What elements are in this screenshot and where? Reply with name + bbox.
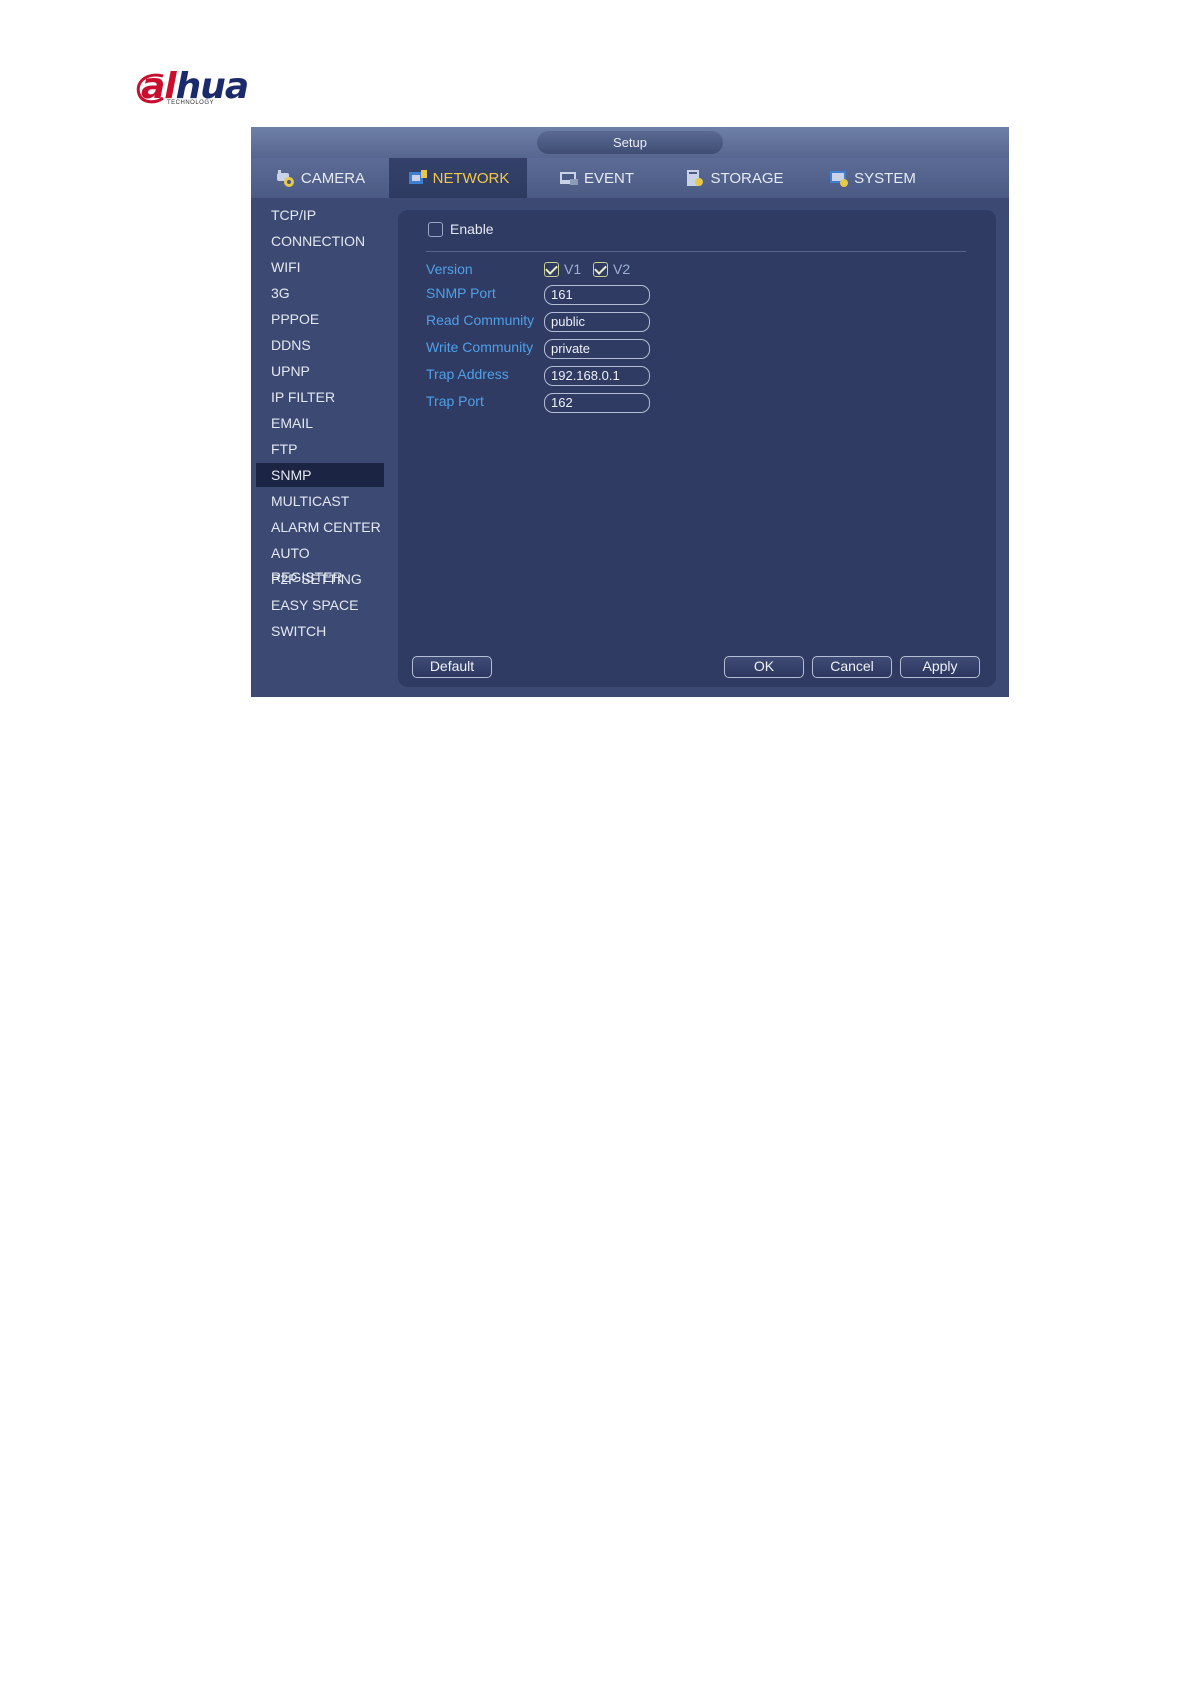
snmp-port-input[interactable]: 161 [544, 285, 650, 305]
trap-port-input[interactable]: 162 [544, 393, 650, 413]
apply-button[interactable]: Apply [900, 656, 980, 678]
sidebar-item-wifi[interactable]: WIFI [256, 255, 384, 279]
dahua-logo: alhua TECHNOLOGY [133, 66, 273, 110]
trap-port-label: Trap Port [426, 393, 484, 409]
enable-checkbox[interactable] [428, 222, 443, 237]
sidebar-item-connection[interactable]: CONNECTION [256, 229, 384, 253]
write-community-label: Write Community [426, 339, 534, 355]
snmp-settings-panel: Enable Version V1 V2 SNMP Port 161 Read … [398, 210, 996, 687]
camera-icon [276, 170, 294, 187]
v2-label: V2 [613, 261, 631, 277]
tab-event-label: EVENT [583, 169, 634, 187]
panel-divider [426, 251, 966, 252]
window-title: Setup [537, 131, 723, 154]
tab-system-label: SYSTEM [854, 169, 916, 187]
sidebar-item-p2p-setting[interactable]: P2P SETTING [256, 567, 384, 591]
cancel-button[interactable]: Cancel [812, 656, 892, 678]
write-community-input[interactable]: private [544, 339, 650, 359]
version-label: Version [426, 261, 473, 277]
sidebar-item-3g[interactable]: 3G [256, 281, 384, 305]
tab-network-label: NETWORK [432, 169, 510, 187]
read-community-input[interactable]: public [544, 312, 650, 332]
sidebar-item-upnp[interactable]: UPNP [256, 359, 384, 383]
read-community-label: Read Community [426, 312, 535, 328]
sidebar-item-ddns[interactable]: DDNS [256, 333, 384, 357]
tab-event[interactable]: EVENT [527, 158, 665, 198]
sidebar-item-easy-space[interactable]: EASY SPACE [256, 593, 384, 617]
sidebar-item-ftp[interactable]: FTP [256, 437, 384, 461]
sidebar-item-ip-filter[interactable]: IP FILTER [256, 385, 384, 409]
v1-label: V1 [564, 261, 582, 277]
sidebar-item-email[interactable]: EMAIL [256, 411, 384, 435]
tab-camera-label: CAMERA [300, 169, 366, 187]
sidebar-item-tcpip[interactable]: TCP/IP [256, 203, 384, 227]
sidebar-item-multicast[interactable]: MULTICAST [256, 489, 384, 513]
tab-system[interactable]: SYSTEM [803, 158, 941, 198]
tab-storage-label: STORAGE [710, 169, 784, 187]
main-tab-bar: CAMERA NETWORK EVENT STORAGE SYSTEM [251, 158, 1009, 198]
sidebar-item-switch[interactable]: SWITCH [256, 619, 384, 643]
storage-icon [687, 170, 704, 186]
sidebar-item-snmp[interactable]: SNMP [256, 463, 384, 487]
sidebar-item-auto-register[interactable]: AUTO REGISTER [256, 541, 384, 585]
v2-checkbox[interactable] [593, 262, 608, 277]
sidebar-item-pppoe[interactable]: PPPOE [256, 307, 384, 331]
ok-button[interactable]: OK [724, 656, 804, 678]
event-icon [559, 172, 578, 185]
tab-camera[interactable]: CAMERA [251, 158, 389, 198]
v1-checkbox[interactable] [544, 262, 559, 277]
snmp-port-label: SNMP Port [426, 285, 496, 301]
title-bar: Setup [251, 127, 1009, 158]
logo-tagline: TECHNOLOGY [167, 100, 215, 106]
setup-window: Setup CAMERA NETWORK EVENT STORAGE SYSTE… [251, 127, 1009, 697]
trap-address-input[interactable]: 192.168.0.1 [544, 366, 650, 386]
sidebar-item-alarm-center[interactable]: ALARM CENTER [256, 515, 384, 539]
default-button[interactable]: Default [412, 656, 492, 678]
system-icon [830, 171, 849, 187]
network-icon [408, 170, 427, 184]
tab-network[interactable]: NETWORK [389, 158, 527, 198]
network-sidebar: TCP/IP CONNECTION WIFI 3G PPPOE DDNS UPN… [251, 198, 386, 697]
tab-storage[interactable]: STORAGE [665, 158, 803, 198]
trap-address-label: Trap Address [426, 366, 509, 382]
enable-label: Enable [450, 221, 494, 237]
